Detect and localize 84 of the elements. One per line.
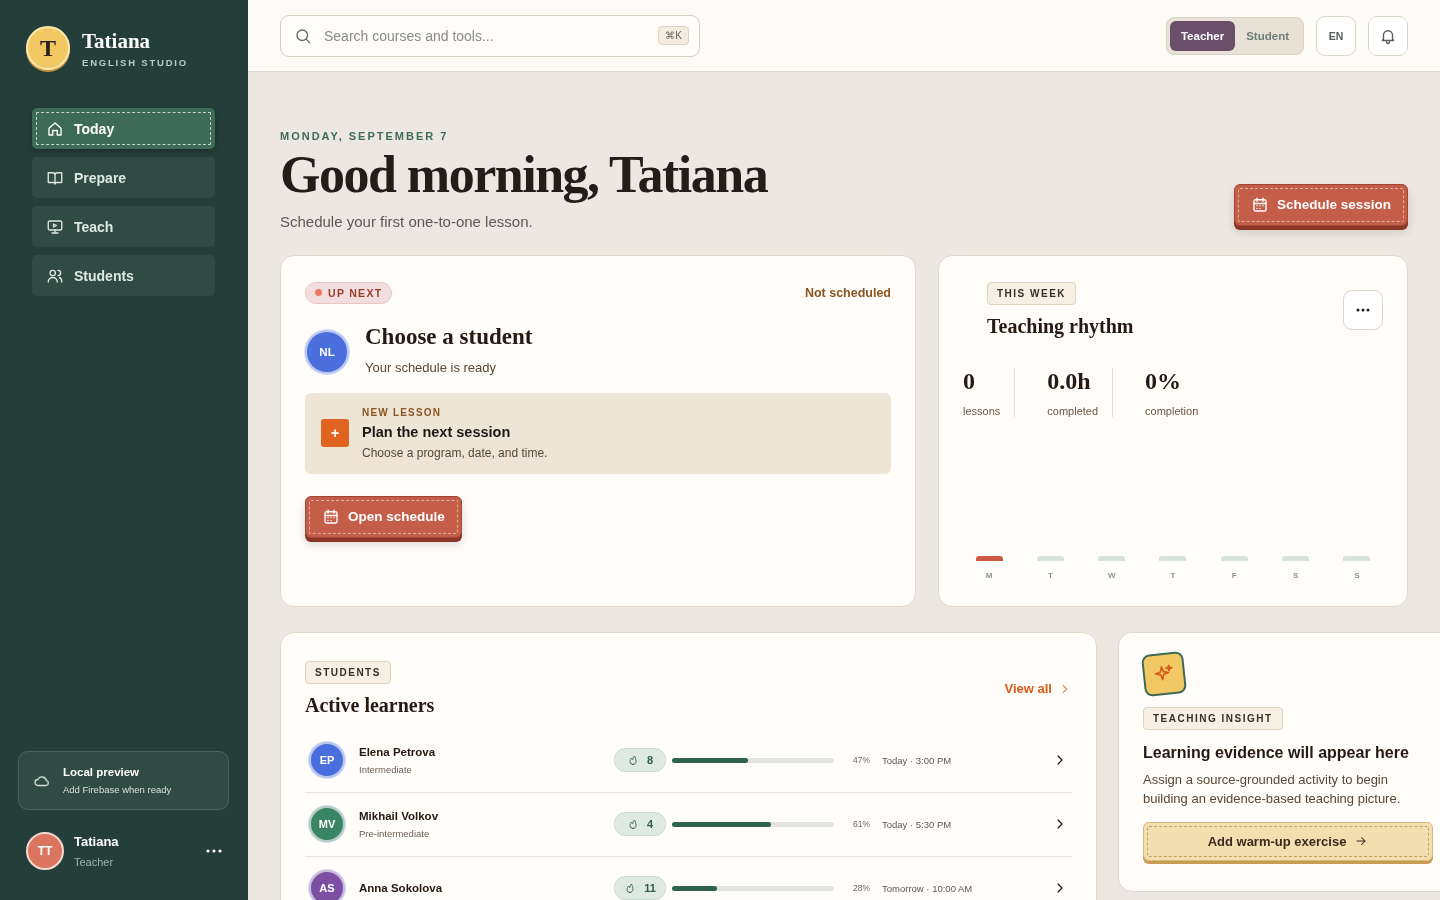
day-label: M [985, 570, 993, 580]
progress-percent: 28% [852, 883, 870, 894]
streak-badge: 4 [614, 812, 666, 837]
flame-icon [624, 882, 637, 895]
day-label: S [1354, 570, 1360, 580]
section-tag: STUDENTS [305, 660, 391, 684]
monitor-icon [46, 217, 64, 236]
card-title: Choose a student [365, 323, 533, 350]
notifications-button[interactable] [1368, 15, 1408, 56]
language-button[interactable]: EN [1316, 15, 1356, 56]
sidebar-item[interactable]: Students [32, 255, 215, 296]
search-bar[interactable]: Search courses and tools... ⌘K [280, 14, 700, 57]
student-row[interactable]: AS Anna Sokolova 11 28% Tomorrow · 10:00 AM [305, 856, 1072, 900]
role-tab[interactable]: Teacher [1169, 20, 1236, 51]
flame-icon [626, 818, 639, 831]
next-lesson-time: Today · 3:00 PM [881, 754, 953, 766]
sidebar-item[interactable]: Prepare [32, 157, 215, 198]
streak-badge: 8 [614, 748, 666, 773]
student-name: Anna Sokolova [359, 882, 443, 895]
next-lesson-time: Today · 5:30 PM [881, 818, 953, 830]
sparkle-icon [1140, 650, 1188, 697]
sidebar-item[interactable]: Today [32, 108, 215, 149]
insight-text: Assign a source-grounded activity to begin building an evidence-based teaching picture. [1143, 770, 1402, 808]
stat-label: completed [1047, 404, 1099, 417]
progress-percent: 47% [852, 755, 870, 766]
card-title: Active learners [305, 693, 435, 717]
user-role: Teacher [74, 856, 115, 868]
more-icon [1356, 307, 1370, 312]
greeting-subtitle: Schedule your first one-to-one lesson. [280, 212, 534, 230]
status-subtitle: Add Firebase when ready [63, 784, 172, 795]
search-field[interactable]: Search courses and tools... [322, 26, 649, 45]
logo-badge: T [26, 26, 70, 70]
day-label: F [1231, 570, 1237, 580]
student-level: Pre-intermediate [359, 827, 431, 839]
more-button[interactable] [206, 849, 222, 853]
section-tag: THIS WEEK [987, 281, 1077, 305]
day-label: T [1047, 570, 1053, 580]
date-label: MONDAY, SEPTEMBER 7 [280, 130, 450, 142]
brand-name: Tatiana [82, 28, 152, 54]
section-tag: TEACHING INSIGHT [1143, 706, 1283, 730]
progress-percent: 61% [852, 819, 870, 830]
shortcut-hint: ⌘K [658, 26, 689, 45]
stat-label: lessons [963, 404, 1001, 417]
calendar-icon [1250, 195, 1269, 214]
callout-eyebrow: NEW LESSON [362, 406, 443, 418]
day-label: S [1292, 570, 1299, 580]
greeting-title: Good morning, Tatiana [280, 148, 768, 203]
calendar-icon [322, 507, 340, 526]
new-lesson-callout[interactable]: + NEW LESSON Plan the next session Choose a program, date, and time. [305, 392, 891, 474]
view-all-link[interactable]: View all [1004, 681, 1072, 697]
student-avatar: MV [309, 806, 345, 843]
student-avatar: AS [309, 870, 345, 900]
plus-icon: + [321, 419, 349, 448]
user-name: Tatiana [74, 834, 119, 849]
brand-subtitle: ENGLISH STUDIO [82, 56, 188, 68]
callout-text: Choose a program, date, and time. [362, 445, 548, 460]
stat-value: 0 [963, 367, 976, 395]
status-title: Local preview [63, 766, 141, 778]
search-icon [294, 26, 312, 45]
status-label: Not scheduled [804, 285, 891, 300]
student-level: Intermediate [359, 763, 413, 775]
stat-label: completion [1145, 404, 1199, 417]
insight-title: Learning evidence will appear here [1143, 743, 1410, 762]
card-title: Teaching rhythm [987, 314, 1135, 338]
student-avatar: EP [309, 742, 345, 779]
stat-value: 0% [1145, 367, 1183, 395]
student-name: Elena Petrova [359, 745, 436, 758]
student-avatar: NL [305, 329, 349, 374]
day-label: T [1170, 570, 1176, 580]
add-exercise-button[interactable]: Add warm-up exercise [1143, 821, 1433, 861]
student-row[interactable]: EP Elena Petrova Intermediate 8 47% Today · 3:00 PM [305, 728, 1072, 793]
streak-badge: 11 [614, 876, 666, 900]
student-name: Mikhail Volkov [359, 809, 439, 822]
stat-value: 0.0h [1047, 367, 1092, 395]
next-lesson-time: Tomorrow · 10:00 AM [881, 882, 974, 894]
card-subtitle: Your schedule is ready [365, 359, 498, 375]
day-label: W [1107, 570, 1116, 580]
callout-title: Plan the next session [362, 423, 512, 440]
sidebar-item[interactable]: Teach [32, 206, 215, 247]
more-icon [206, 849, 222, 853]
up-next-badge: UP NEXT [305, 281, 393, 304]
student-row[interactable]: MV Mikhail Volkov Pre-intermediate 4 61% Today · 5:30 PM [305, 792, 1072, 857]
user-avatar: TT [26, 832, 64, 870]
flame-icon [626, 754, 639, 767]
